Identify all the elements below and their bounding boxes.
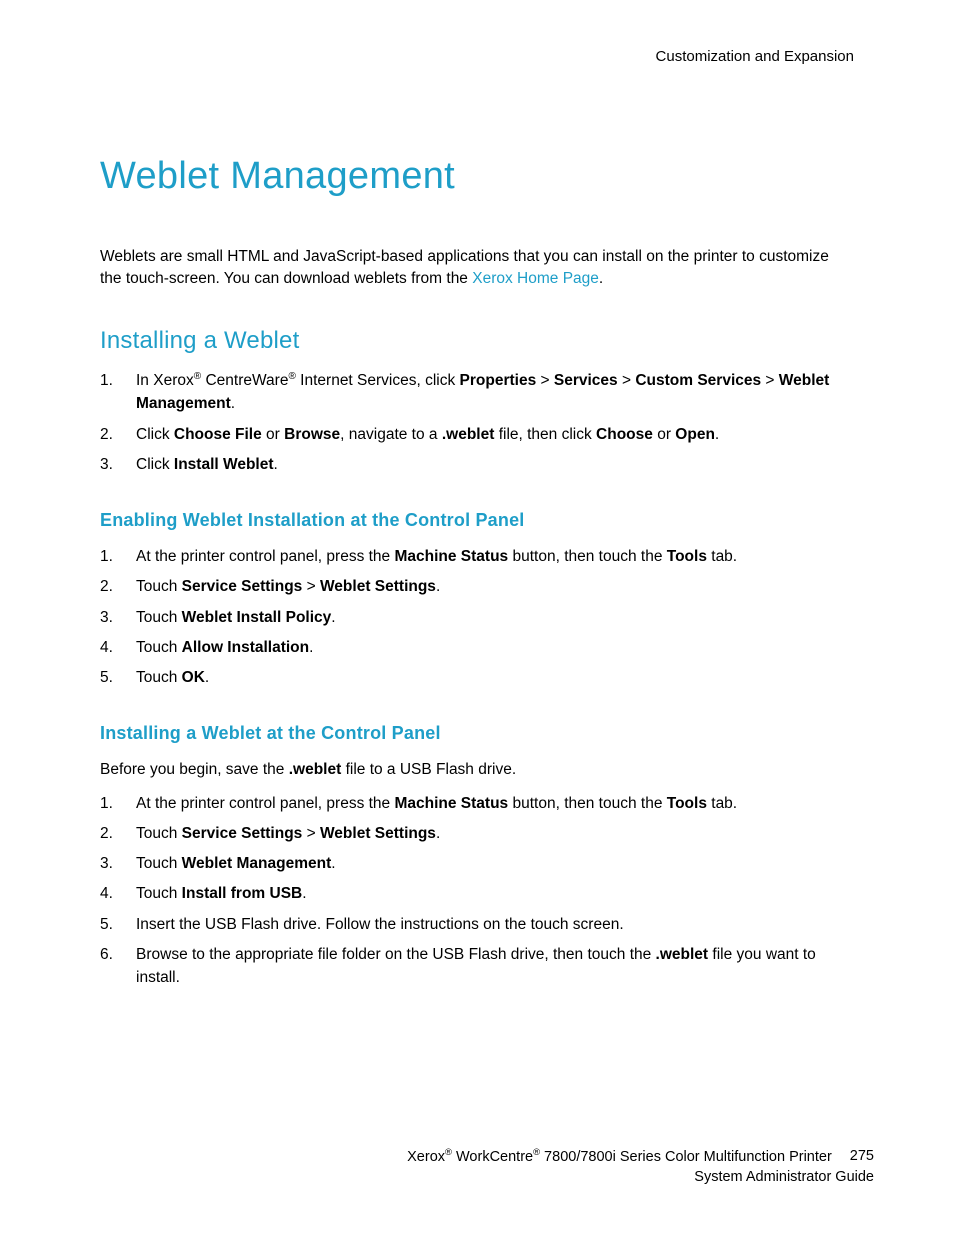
- list-item: Touch Install from USB.: [100, 882, 854, 905]
- page-footer: Xerox® WorkCentre® 7800/7800i Series Col…: [100, 1145, 874, 1187]
- intro-paragraph: Weblets are small HTML and JavaScript-ba…: [100, 246, 854, 291]
- list-item: Insert the USB Flash drive. Follow the i…: [100, 913, 854, 936]
- section-heading-install-at-control-panel: Installing a Weblet at the Control Panel: [100, 723, 854, 744]
- list-item: Touch Service Settings > Weblet Settings…: [100, 575, 854, 598]
- list-item: Touch Service Settings > Weblet Settings…: [100, 822, 854, 845]
- section-heading-installing-weblet: Installing a Weblet: [100, 327, 854, 355]
- list-item: Touch Weblet Management.: [100, 852, 854, 875]
- list-item: At the printer control panel, press the …: [100, 792, 854, 815]
- before-you-begin: Before you begin, save the .weblet file …: [100, 758, 854, 781]
- steps-installing-weblet: In Xerox® CentreWare® Internet Services,…: [100, 369, 854, 476]
- footer-guide-title: System Administrator Guide: [100, 1167, 874, 1187]
- list-item: Browse to the appropriate file folder on…: [100, 943, 854, 990]
- page-header-section: Customization and Expansion: [100, 48, 854, 65]
- list-item: At the printer control panel, press the …: [100, 545, 854, 568]
- steps-enabling-weblet-install: At the printer control panel, press the …: [100, 545, 854, 689]
- page-title: Weblet Management: [100, 155, 854, 198]
- steps-install-at-control-panel: At the printer control panel, press the …: [100, 792, 854, 990]
- intro-pre: Weblets are small HTML and JavaScript-ba…: [100, 248, 829, 287]
- intro-post: .: [599, 270, 603, 287]
- list-item: Touch Weblet Install Policy.: [100, 606, 854, 629]
- list-item: Click Choose File or Browse, navigate to…: [100, 423, 854, 446]
- section-heading-enabling-weblet-install: Enabling Weblet Installation at the Cont…: [100, 510, 854, 531]
- list-item: In Xerox® CentreWare® Internet Services,…: [100, 369, 854, 416]
- page-number: 275: [850, 1148, 874, 1164]
- list-item: Touch OK.: [100, 666, 854, 689]
- list-item: Click Install Weblet.: [100, 453, 854, 476]
- xerox-home-link[interactable]: Xerox Home Page: [472, 270, 599, 287]
- list-item: Touch Allow Installation.: [100, 636, 854, 659]
